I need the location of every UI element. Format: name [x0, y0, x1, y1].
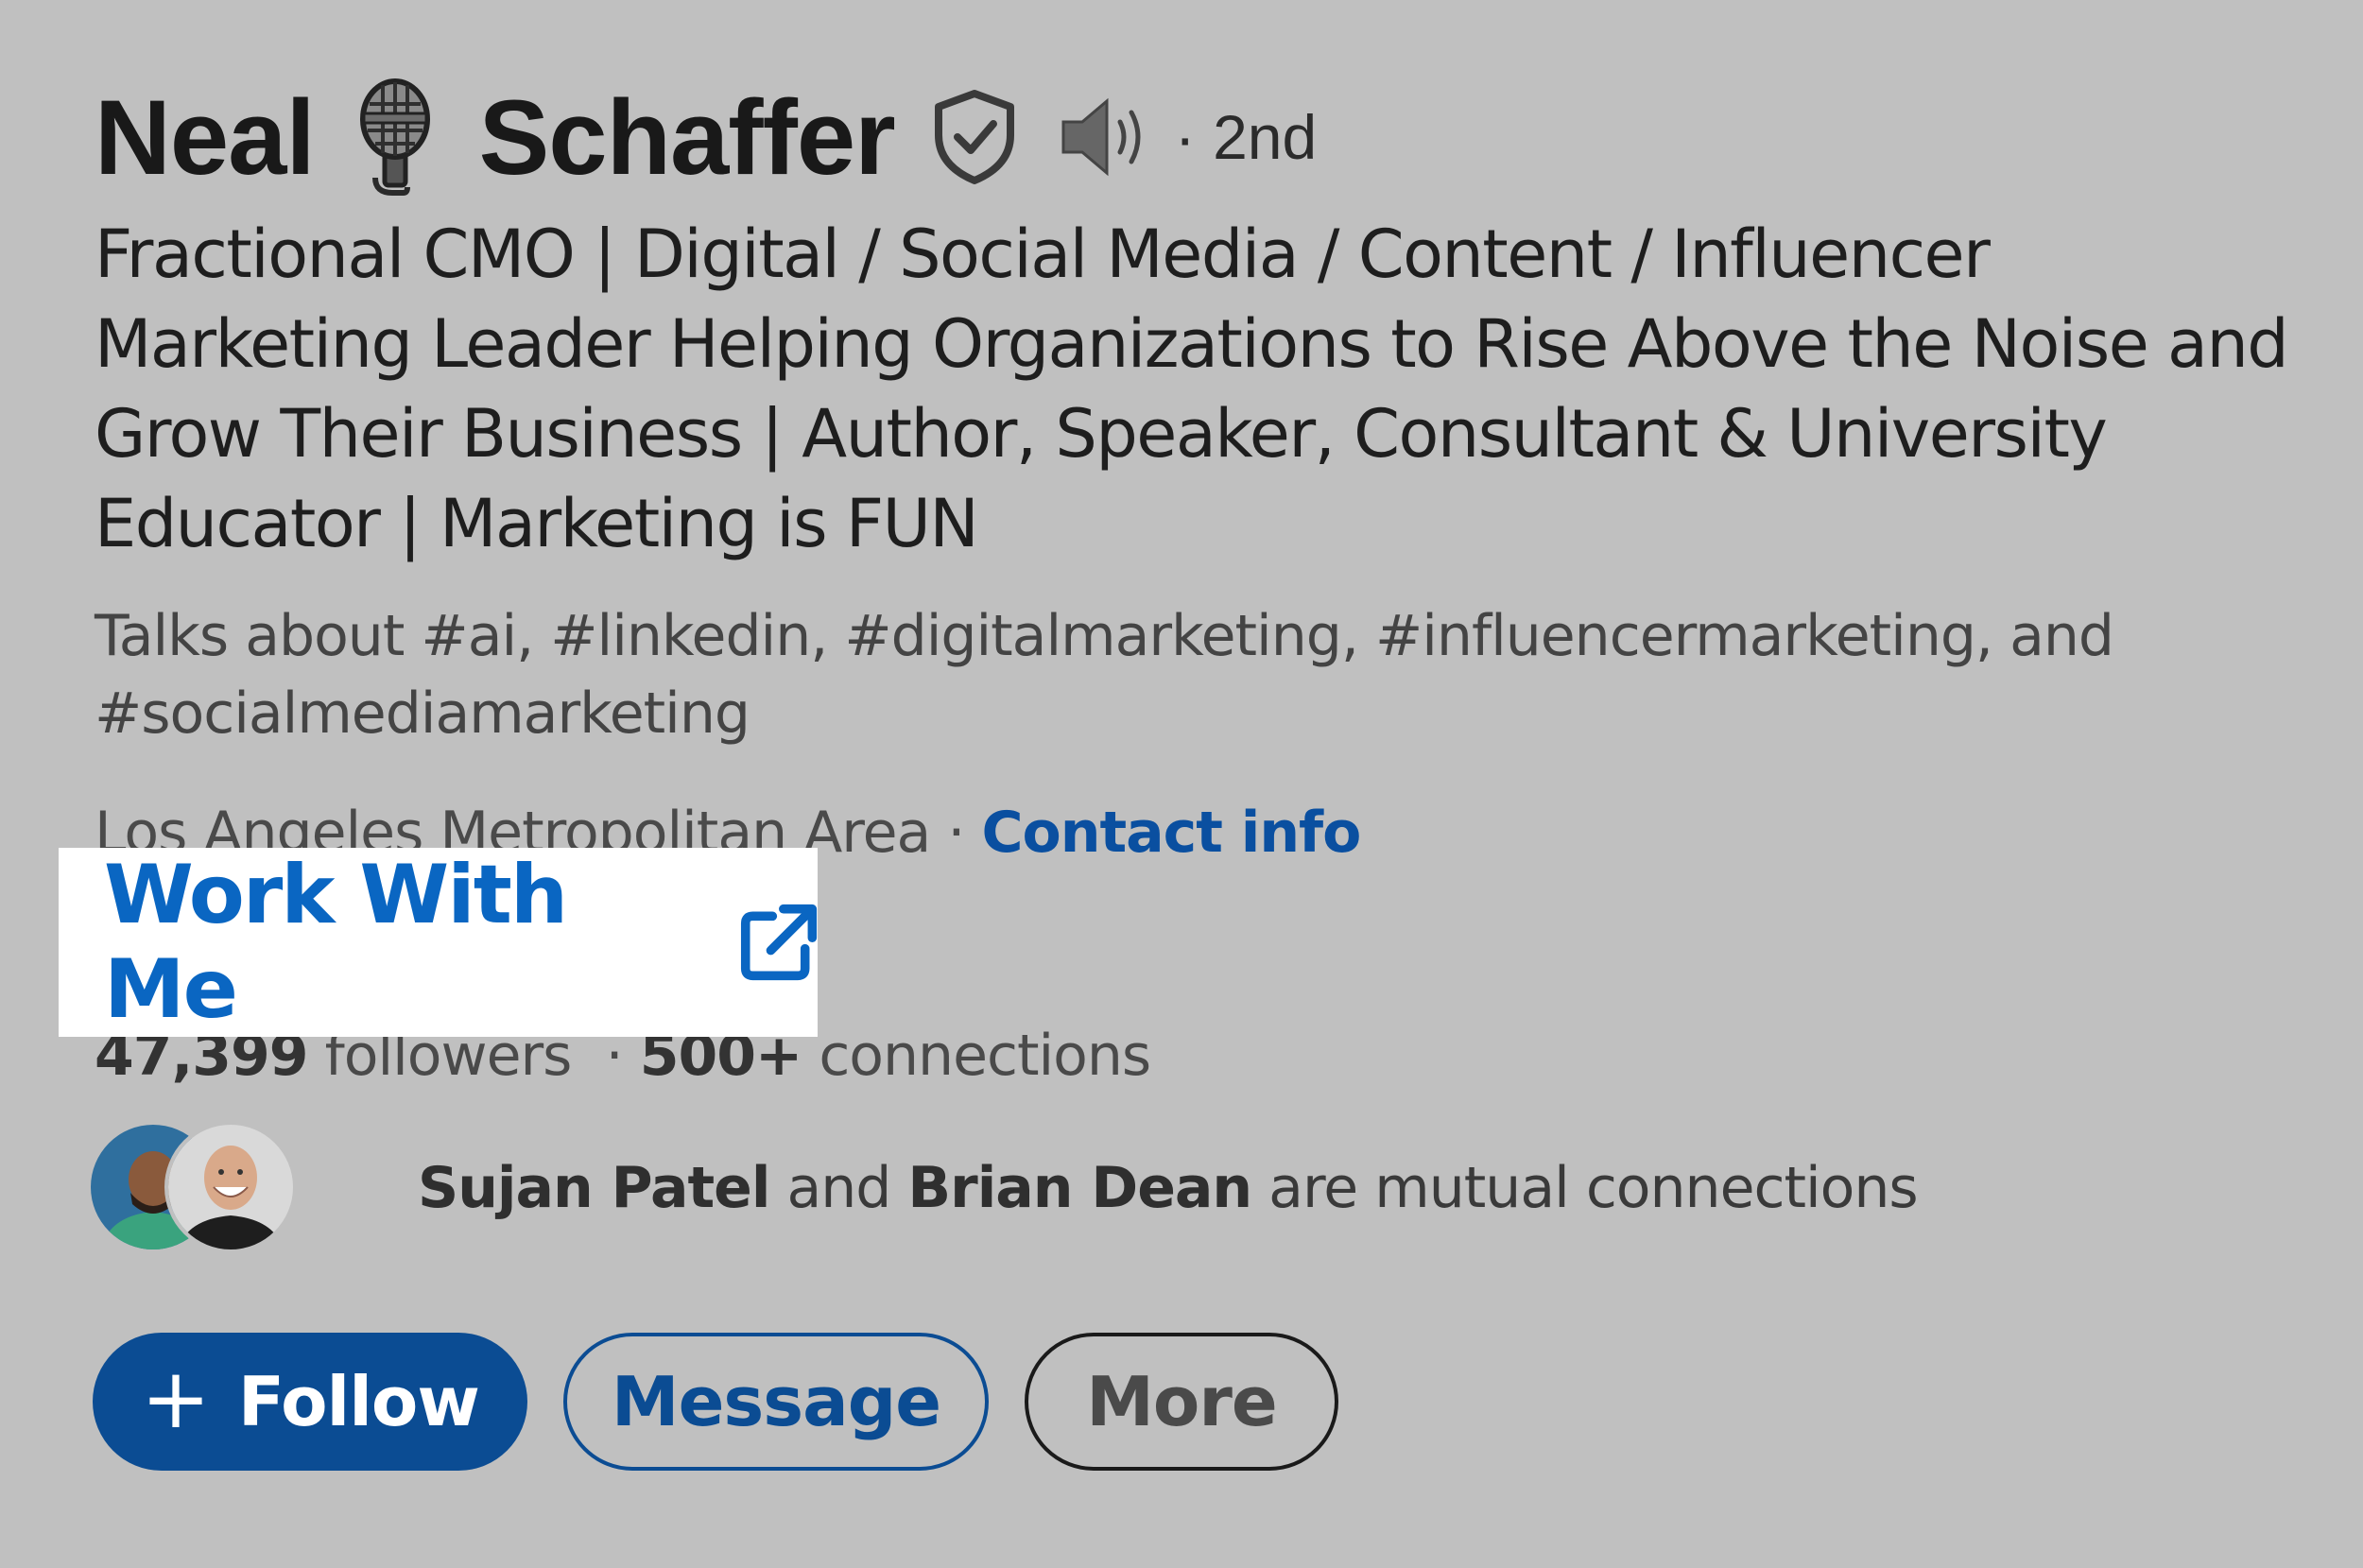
profile-card: Neal Schaffer · 2nd Fractional CMO | Dig… — [0, 0, 2363, 1568]
headline-line: Educator | Marketing is FUN — [95, 485, 979, 562]
first-name: Neal — [95, 78, 316, 197]
connections-label[interactable]: connections — [802, 1023, 1151, 1089]
external-link-icon — [740, 904, 818, 981]
talks-about-line: #socialmediamarketing — [95, 681, 750, 747]
mutual-connections-text[interactable]: Sujan Patel and Brian Dean are mutual co… — [418, 1155, 1919, 1221]
headline-line: Marketing Leader Helping Organizations t… — [95, 305, 2289, 383]
mutual-name: Brian Dean — [907, 1155, 1252, 1221]
profile-headline: Fractional CMO | Digital / Social Media … — [95, 210, 2306, 569]
connection-degree: · 2nd — [1174, 102, 1318, 172]
mutual-name: Sujan Patel — [418, 1155, 770, 1221]
headline-line: Fractional CMO | Digital / Social Media … — [95, 215, 1991, 293]
talks-about: Talks about #ai, #linkedin, #digitalmark… — [95, 597, 2268, 752]
mutual-connections[interactable]: Sujan Patel and Brian Dean are mutual co… — [91, 1121, 1919, 1253]
plus-icon: + — [141, 1349, 211, 1447]
follow-label: Follow — [237, 1362, 480, 1441]
profile-name-row: Neal Schaffer · 2nd — [95, 76, 1317, 198]
work-with-me-link[interactable]: Work With Me — [104, 848, 697, 1037]
mutual-suffix: are mutual connections — [1251, 1155, 1918, 1221]
website-link-highlight[interactable]: Work With Me — [59, 848, 818, 1037]
last-name: Schaffer — [478, 78, 896, 197]
profile-actions: + Follow Message More — [93, 1333, 1338, 1471]
verified-shield-icon[interactable] — [929, 88, 1020, 186]
mutual-and: and — [769, 1155, 908, 1221]
location-separator: · — [930, 800, 982, 866]
speaker-icon[interactable] — [1058, 94, 1156, 181]
contact-info-link[interactable]: Contact info — [982, 800, 1362, 866]
mutual-avatars[interactable] — [91, 1121, 297, 1253]
talks-about-line: Talks about #ai, #linkedin, #digitalmark… — [95, 603, 2114, 669]
message-button[interactable]: Message — [563, 1333, 989, 1471]
more-button[interactable]: More — [1025, 1333, 1338, 1471]
follow-button[interactable]: + Follow — [93, 1333, 527, 1471]
avatar — [164, 1121, 297, 1253]
microphone-icon — [351, 76, 445, 198]
headline-line: Grow Their Business | Author, Speaker, C… — [95, 395, 2108, 473]
